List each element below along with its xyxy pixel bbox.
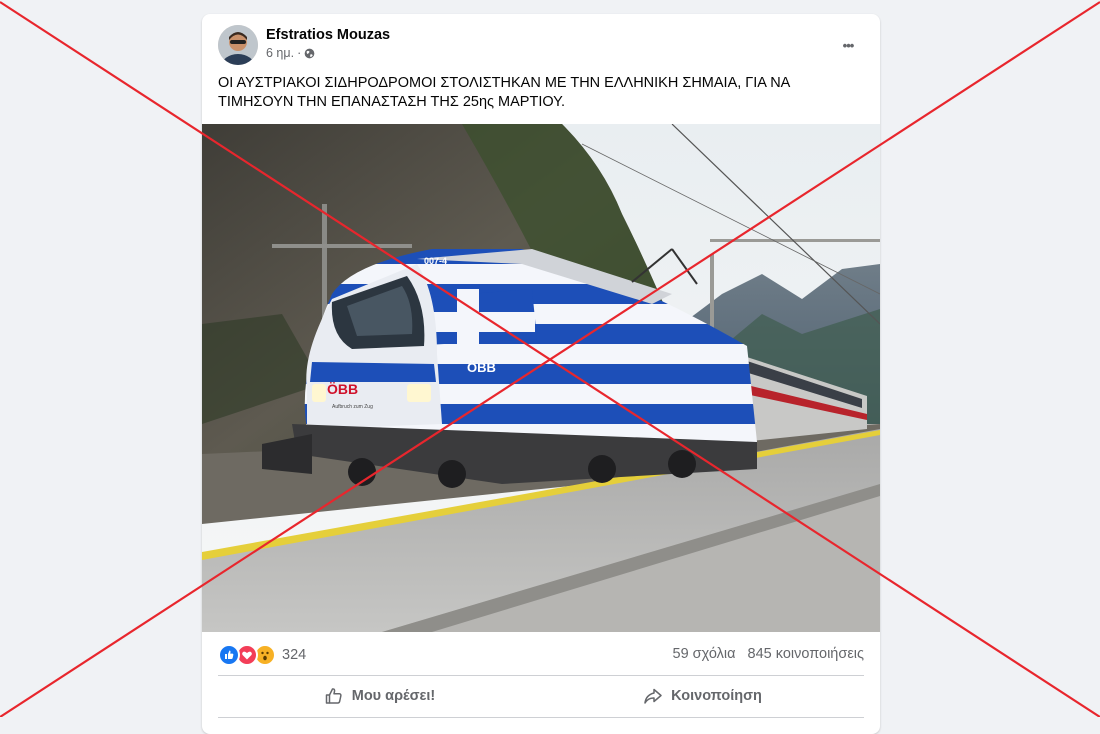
shares-count[interactable]: 845 κοινοποιήσεις bbox=[748, 646, 864, 662]
share-icon bbox=[644, 688, 662, 704]
author-avatar[interactable] bbox=[218, 25, 258, 65]
reactions-summary[interactable]: 324 bbox=[218, 644, 306, 666]
loco-number: 007-4 bbox=[424, 256, 447, 266]
globe-icon bbox=[304, 48, 315, 58]
share-button[interactable]: Κοινοποίηση bbox=[541, 677, 864, 715]
more-options-button[interactable]: ••• bbox=[834, 31, 862, 59]
more-icon: ••• bbox=[842, 37, 855, 53]
divider bbox=[218, 675, 864, 676]
post-text: ΟΙ ΑΥΣΤΡΙΑΚΟΙ ΣΙΔΗΡΟΔΡΟΜΟΙ ΣΤΟΛΙΣΤΗΚΑΝ Μ… bbox=[218, 75, 790, 110]
divider-bottom bbox=[218, 717, 864, 718]
like-button[interactable]: Μου αρέσει! bbox=[218, 677, 541, 715]
loco-slogan: Aufbruch zum Zug bbox=[332, 404, 373, 410]
thumbs-up-icon bbox=[325, 688, 342, 704]
comments-count[interactable]: 59 σχόλια bbox=[673, 646, 736, 662]
post-actions: Μου αρέσει! Κοινοποίηση bbox=[218, 677, 864, 715]
loco-brand-side: ÖBB bbox=[467, 360, 496, 375]
like-label: Μου αρέσει! bbox=[351, 688, 436, 704]
post-photo[interactable]: ÖBB Aufbruch zum Zug ÖBB 007-4 bbox=[202, 124, 880, 632]
like-icon bbox=[218, 644, 240, 666]
author-name[interactable]: Efstratios Mouzas bbox=[266, 27, 390, 43]
share-label: Κοινοποίηση bbox=[671, 688, 762, 704]
meta-separator: · bbox=[297, 46, 302, 60]
post-header: Efstratios Mouzas 6 ημ. · ••• bbox=[218, 25, 864, 65]
loco-brand-front: ÖBB bbox=[327, 381, 358, 397]
post-meta: 6 ημ. · bbox=[266, 46, 315, 60]
post-stats: 324 59 σχόλια 845 κοινοποιήσεις bbox=[218, 642, 864, 668]
reactions-count: 324 bbox=[282, 647, 307, 663]
engagement-counts: 59 σχόλια 845 κοινοποιήσεις bbox=[665, 646, 864, 662]
post-time[interactable]: 6 ημ. bbox=[266, 46, 294, 60]
avatar-image bbox=[218, 25, 258, 65]
train-photo: ÖBB Aufbruch zum Zug ÖBB 007-4 bbox=[202, 124, 880, 632]
post-card: Efstratios Mouzas 6 ημ. · ••• ΟΙ ΑΥΣΤΡΙΑ… bbox=[202, 14, 880, 734]
